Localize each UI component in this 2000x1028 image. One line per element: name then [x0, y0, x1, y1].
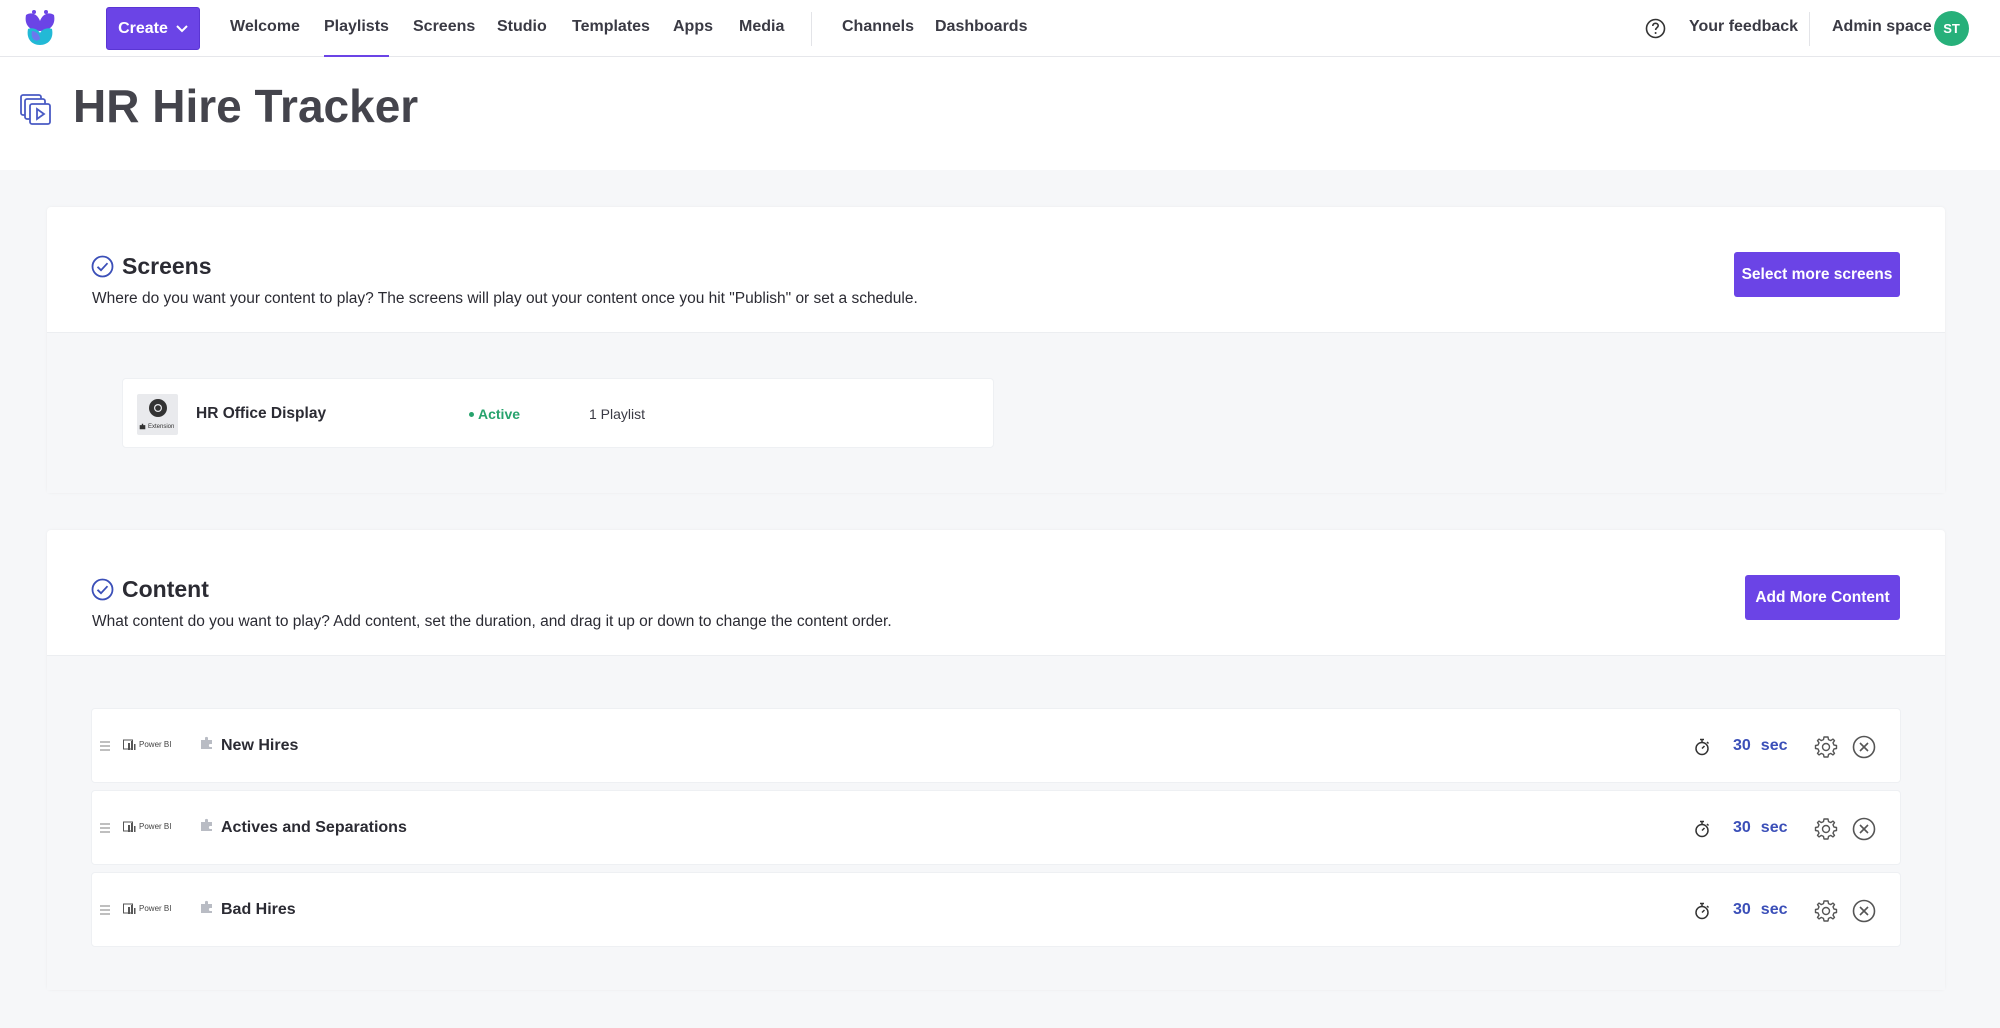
nav-item-playlists[interactable]: Playlists [324, 18, 389, 57]
create-button-label: Create [118, 19, 168, 37]
remove-circle-icon[interactable] [1852, 899, 1876, 923]
gear-icon[interactable] [1814, 817, 1838, 841]
power-bi-label: Power BI [139, 822, 172, 831]
content-item-name: Actives and Separations [221, 819, 407, 836]
power-bi-label: Power BI [139, 904, 172, 913]
drag-handle-icon[interactable] [99, 822, 111, 834]
stopwatch-icon [1695, 820, 1710, 838]
nav-divider [811, 12, 812, 46]
gear-icon[interactable] [1814, 735, 1838, 759]
duration-value[interactable]: 30 sec [1733, 737, 1788, 755]
feedback-link[interactable]: Your feedback [1689, 18, 1798, 36]
puzzle-piece-icon [201, 736, 212, 749]
remove-circle-icon[interactable] [1852, 817, 1876, 841]
nav-divider [1809, 12, 1810, 46]
nav-item-dashboards[interactable]: Dashboards [935, 18, 1027, 36]
gear-icon[interactable] [1814, 899, 1838, 923]
nav-item-welcome[interactable]: Welcome [230, 18, 300, 36]
nav-item-media[interactable]: Media [739, 18, 784, 36]
screens-section-title: Screens [122, 253, 212, 279]
content-item[interactable]: Power BI New Hires 30 sec [91, 708, 1901, 783]
duration-value[interactable]: 30 sec [1733, 901, 1788, 919]
duration-unit: sec [1760, 819, 1788, 836]
screens-section-description: Where do you want your content to play? … [92, 290, 918, 307]
user-avatar[interactable]: ST [1934, 11, 1969, 46]
power-bi-label: Power BI [139, 740, 172, 749]
nav-item-channels[interactable]: Channels [842, 18, 914, 36]
duration-value[interactable]: 30 sec [1733, 819, 1788, 837]
chevron-down-icon [176, 24, 188, 32]
status-text: Active [478, 406, 521, 422]
content-list: Power BI New Hires 30 sec Power BI Activ… [47, 655, 1945, 990]
content-section-title: Content [122, 576, 209, 602]
stopwatch-icon [1695, 738, 1710, 756]
duration-unit: sec [1760, 737, 1788, 754]
screens-list: Extension HR Office Display Active 1 Pla… [47, 332, 1945, 493]
stopwatch-icon [1695, 902, 1710, 920]
puzzle-piece-icon [201, 900, 212, 913]
status-badge: Active [469, 406, 520, 422]
content-item-name: New Hires [221, 737, 299, 754]
help-icon[interactable] [1645, 18, 1666, 39]
page-header: HR Hire Tracker [0, 57, 2000, 170]
puzzle-piece-icon [201, 818, 212, 831]
screen-playlist-count: 1 Playlist [589, 406, 646, 422]
top-navigation-bar: Create Welcome Playlists Screens Studio … [0, 0, 2000, 57]
power-bi-logo: Power BI [123, 903, 171, 915]
power-bi-logo: Power BI [123, 739, 171, 751]
playlist-icon [20, 94, 51, 125]
space-switcher[interactable]: Admin space [1832, 18, 1932, 36]
screen-name: HR Office Display [196, 405, 327, 422]
content-section: Content What content do you want to play… [47, 530, 1945, 990]
page-title[interactable]: HR Hire Tracker [73, 79, 418, 133]
power-bi-icon [123, 739, 136, 750]
drag-handle-icon[interactable] [99, 740, 111, 752]
power-bi-icon [123, 903, 136, 914]
check-circle-icon [91, 255, 114, 278]
chrome-icon [149, 399, 167, 417]
nav-item-studio[interactable]: Studio [497, 18, 547, 36]
nav-item-screens[interactable]: Screens [413, 18, 475, 36]
duration-number: 30 [1733, 901, 1751, 918]
select-more-screens-button[interactable]: Select more screens [1734, 252, 1900, 297]
check-circle-icon [91, 578, 114, 601]
duration-number: 30 [1733, 819, 1751, 836]
duration-unit: sec [1760, 901, 1788, 918]
content-item-name: Bad Hires [221, 901, 296, 918]
screens-section: Screens Where do you want your content t… [47, 207, 1945, 493]
extension-thumbnail: Extension [137, 394, 178, 435]
puzzle-piece-icon [139, 423, 146, 430]
power-bi-logo: Power BI [123, 821, 171, 833]
remove-circle-icon[interactable] [1852, 735, 1876, 759]
content-item[interactable]: Power BI Bad Hires 30 sec [91, 872, 1901, 947]
screen-item[interactable]: Extension HR Office Display Active 1 Pla… [122, 378, 994, 448]
extension-label: Extension [148, 424, 175, 430]
drag-handle-icon[interactable] [99, 904, 111, 916]
content-item[interactable]: Power BI Actives and Separations 30 sec [91, 790, 1901, 865]
power-bi-icon [123, 821, 136, 832]
nav-item-apps[interactable]: Apps [673, 18, 713, 36]
app-logo-icon[interactable] [22, 9, 58, 47]
add-more-content-button[interactable]: Add More Content [1745, 575, 1900, 620]
duration-number: 30 [1733, 737, 1751, 754]
create-button[interactable]: Create [106, 7, 200, 50]
nav-item-templates[interactable]: Templates [572, 18, 650, 36]
content-section-description: What content do you want to play? Add co… [92, 613, 892, 630]
